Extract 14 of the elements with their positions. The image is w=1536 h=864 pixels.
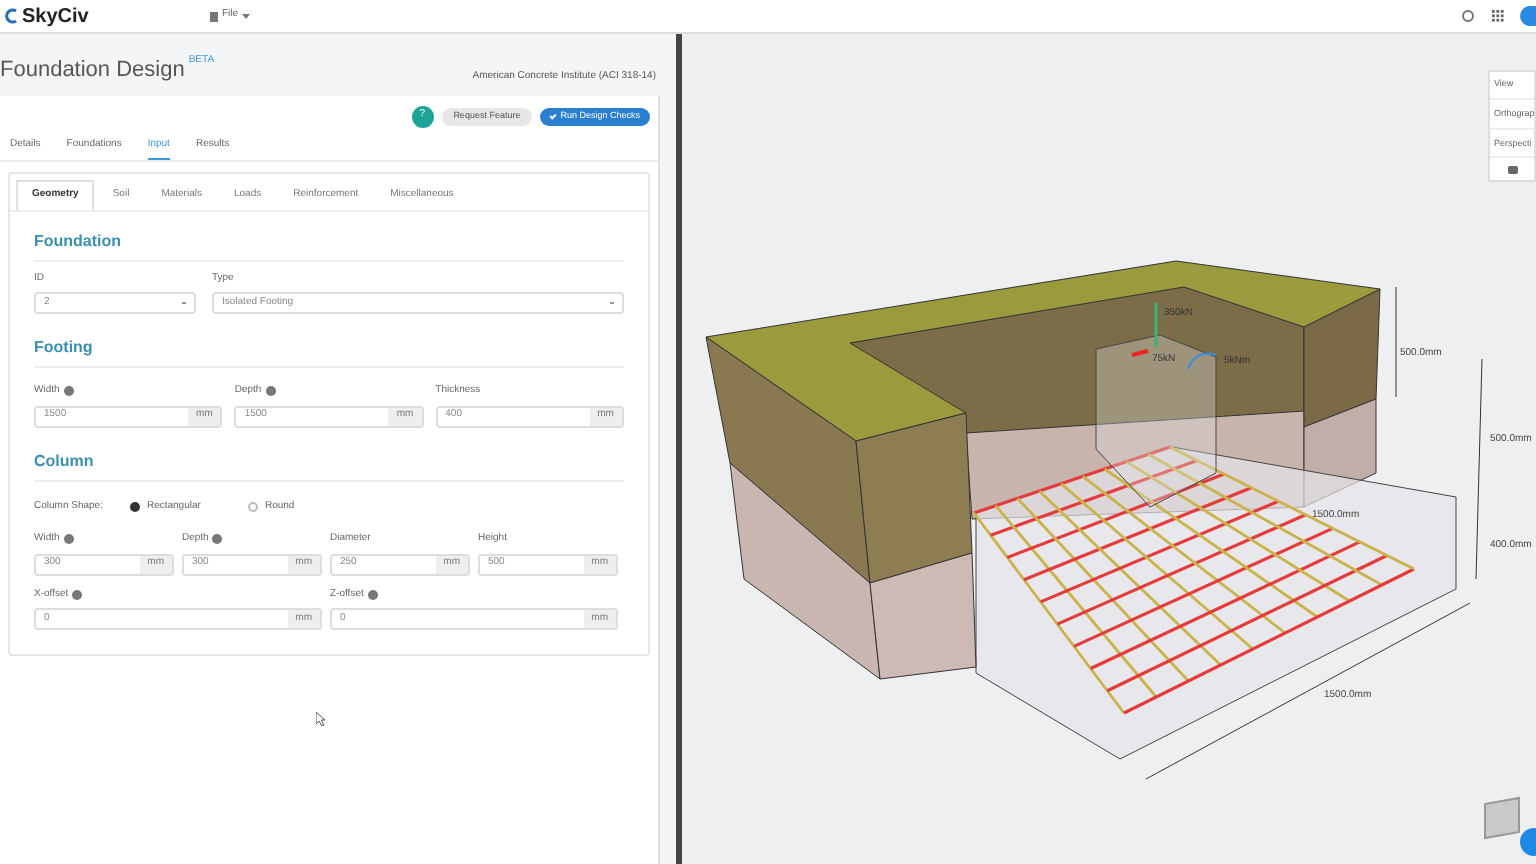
cursor-icon	[316, 712, 326, 726]
section-heading: Column	[34, 449, 624, 481]
file-icon	[210, 11, 218, 21]
logo-text: SkyCiv	[22, 3, 89, 31]
help-icon[interactable]	[1462, 10, 1474, 22]
apps-grid-icon[interactable]	[1492, 10, 1504, 22]
nav-cube-icon[interactable]	[1484, 796, 1520, 840]
section-heading: Footing	[34, 336, 624, 368]
section-heading: Foundation	[34, 229, 624, 261]
check-icon	[549, 112, 557, 120]
page-title: Foundation Design	[0, 56, 185, 86]
avatar[interactable]	[1520, 6, 1536, 26]
logo-icon	[4, 8, 18, 24]
camera-icon[interactable]	[1507, 166, 1517, 175]
